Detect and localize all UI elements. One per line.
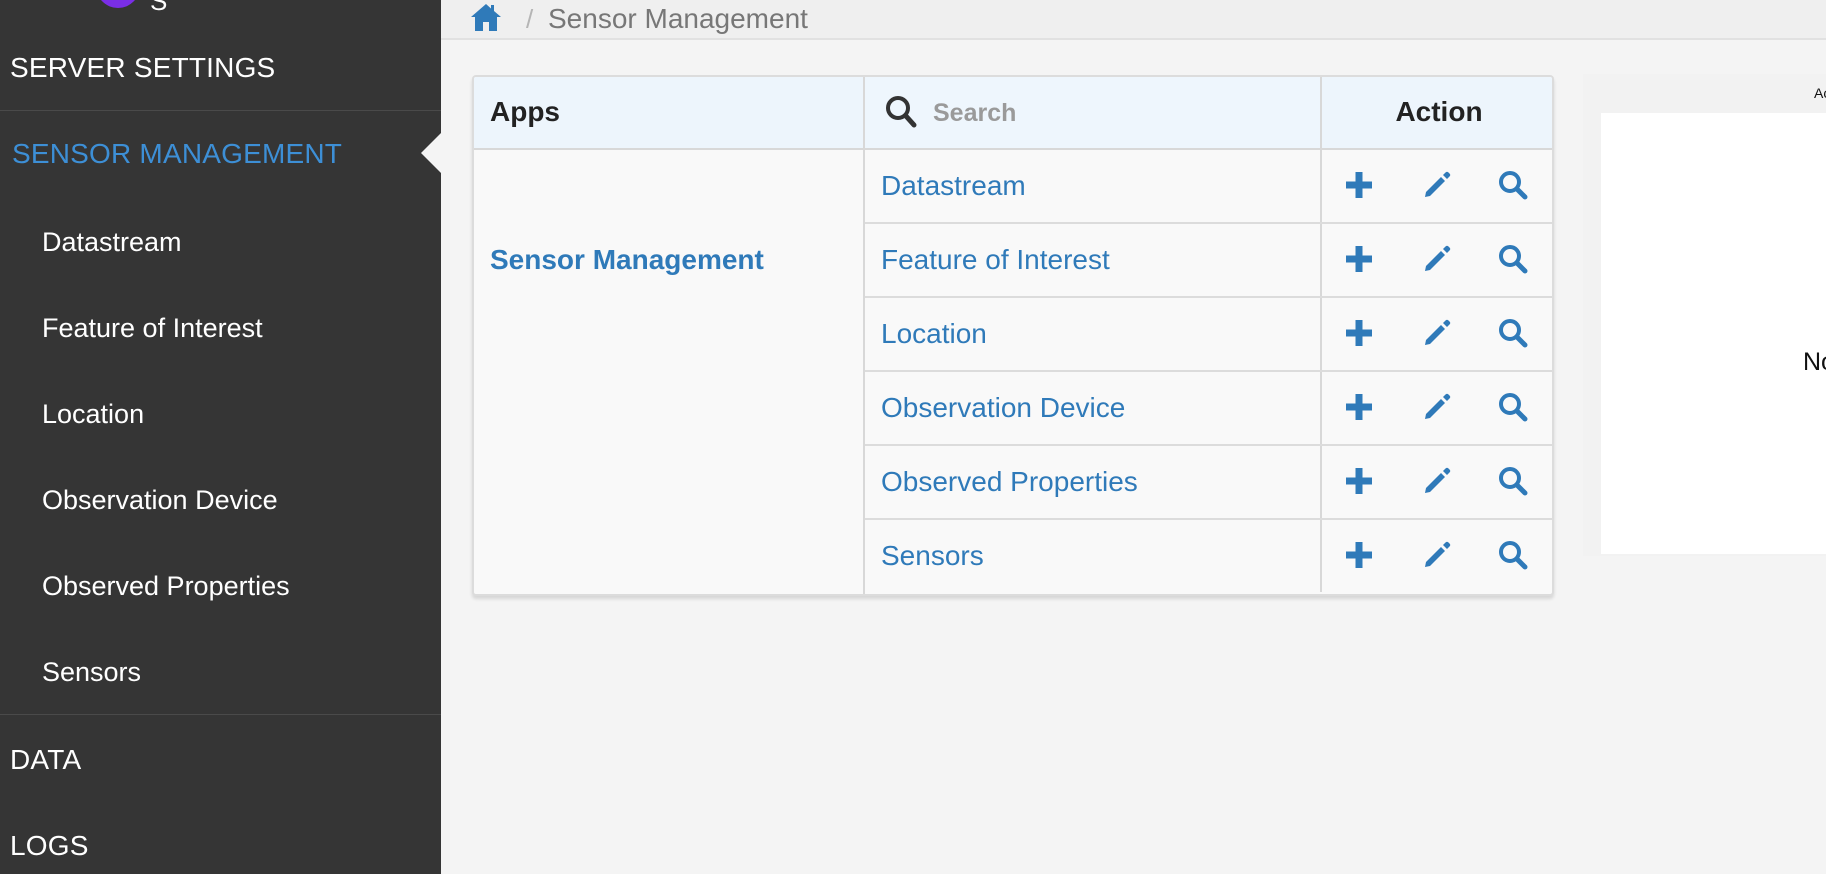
search-icon [886, 96, 917, 128]
magnifier-icon[interactable] [1498, 392, 1528, 422]
magnifier-icon[interactable] [1498, 466, 1528, 496]
table-row: Feature of Interest [865, 224, 1552, 298]
active-indicator-arrow [421, 133, 441, 173]
pencil-icon[interactable] [1422, 170, 1452, 200]
row-actions [1322, 150, 1552, 222]
table-row: Sensors [865, 520, 1552, 594]
sidebar-item-feature-of-interest[interactable]: Feature of Interest [0, 285, 441, 371]
plus-icon[interactable] [1344, 170, 1374, 200]
sidebar-divider [0, 714, 441, 715]
app-link-sensor-management[interactable]: Sensor Management [490, 244, 764, 276]
search-input[interactable] [931, 89, 1301, 137]
sidebar-section-sensor-management[interactable]: SENSOR MANAGEMENT [0, 111, 441, 197]
plus-icon[interactable] [1344, 244, 1374, 274]
sidebar-section-server-settings[interactable]: SERVER SETTINGS [0, 25, 441, 111]
pencil-icon[interactable] [1422, 244, 1452, 274]
row-link-feature-of-interest[interactable]: Feature of Interest [865, 224, 1322, 296]
pencil-icon[interactable] [1422, 318, 1452, 348]
table-row: Observed Properties [865, 446, 1552, 520]
row-actions [1322, 520, 1552, 592]
row-actions [1322, 298, 1552, 370]
home-icon[interactable] [470, 2, 502, 32]
pencil-icon[interactable] [1422, 466, 1452, 496]
pencil-icon[interactable] [1422, 392, 1452, 422]
sidebar-item-sensors[interactable]: Sensors [0, 629, 441, 715]
magnifier-icon[interactable] [1498, 318, 1528, 348]
table-row: Observation Device [865, 372, 1552, 446]
breadcrumb-current: Sensor Management [548, 3, 808, 34]
side-panel: Ac No [1583, 74, 1826, 556]
apps-header-label: Apps [490, 96, 560, 127]
logo-icon [96, 0, 140, 8]
sidebar-section-logs[interactable]: LOGS [0, 803, 441, 874]
apps-column-header: Apps [474, 77, 865, 150]
plus-icon[interactable] [1344, 318, 1374, 348]
magnifier-icon[interactable] [1498, 170, 1528, 200]
row-link-location[interactable]: Location [865, 298, 1322, 370]
row-link-sensors[interactable]: Sensors [865, 520, 1322, 592]
row-link-observed-properties[interactable]: Observed Properties [865, 446, 1322, 518]
row-actions [1322, 224, 1552, 296]
plus-icon[interactable] [1344, 466, 1374, 496]
side-panel-heading: Ac [1814, 85, 1826, 101]
sidebar-item-location[interactable]: Location [0, 371, 441, 457]
sidebar-item-datastream[interactable]: Datastream [0, 199, 441, 285]
row-link-observation-device[interactable]: Observation Device [865, 372, 1322, 444]
sidebar: S SERVER SETTINGS SENSOR MANAGEMENT Data… [0, 0, 441, 874]
side-panel-message: No [1803, 348, 1826, 376]
plus-icon[interactable] [1344, 540, 1374, 570]
row-link-datastream[interactable]: Datastream [865, 150, 1322, 222]
search-header [865, 77, 1322, 150]
sidebar-item-observation-device[interactable]: Observation Device [0, 457, 441, 543]
plus-icon[interactable] [1344, 392, 1374, 422]
action-column-header: Action [1322, 77, 1552, 150]
sidebar-section-data[interactable]: DATA [0, 717, 441, 803]
breadcrumb-separator: / [526, 4, 534, 34]
apps-table: Apps Action Sensor Management Datastream… [472, 75, 1554, 596]
breadcrumb: / Sensor Management [441, 0, 1826, 40]
table-row: Datastream [865, 150, 1552, 224]
pencil-icon[interactable] [1422, 540, 1452, 570]
table-row: Location [865, 298, 1552, 372]
row-actions [1322, 446, 1552, 518]
apps-column: Sensor Management [474, 150, 865, 594]
magnifier-icon[interactable] [1498, 540, 1528, 570]
action-header-label: Action [1395, 96, 1483, 127]
logo-text: S [150, 0, 168, 16]
side-panel-body: No [1601, 113, 1826, 554]
magnifier-icon[interactable] [1498, 244, 1528, 274]
sidebar-item-observed-properties[interactable]: Observed Properties [0, 543, 441, 629]
row-actions [1322, 372, 1552, 444]
